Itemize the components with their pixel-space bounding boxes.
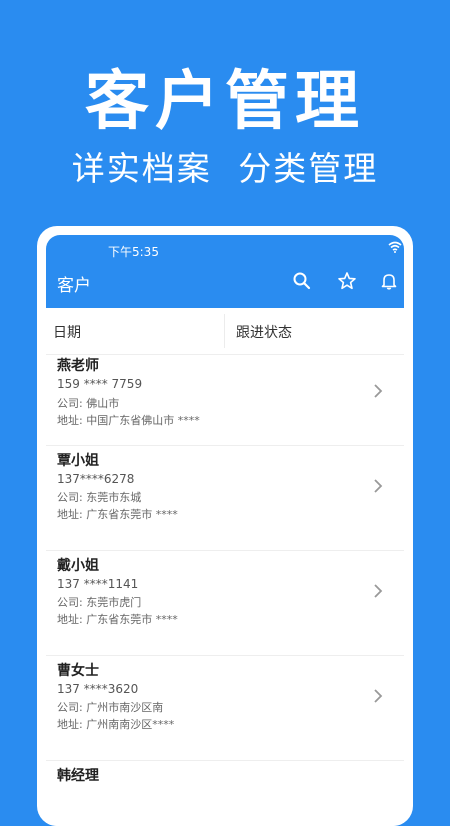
customer-name: 韩经理 (57, 768, 99, 784)
customer-item[interactable]: 燕老师 159 **** 7759 公司: 佛山市 地址: 中国广东省佛山市 *… (46, 355, 404, 446)
customer-address: 地址: 广东省东莞市 **** (57, 613, 178, 626)
customer-name: 覃小姐 (57, 453, 99, 469)
customer-address: 地址: 广州南南沙区**** (57, 718, 175, 731)
customer-name: 戴小姐 (57, 558, 99, 574)
bell-icon[interactable] (379, 271, 399, 291)
customer-address: 地址: 中国广东省佛山市 **** (57, 414, 200, 427)
chevron-right-icon (374, 689, 383, 703)
customer-company: 公司: 广州市南沙区南 (57, 701, 164, 714)
customer-phone: 137****6278 (57, 472, 135, 486)
filter-date-tab[interactable]: 日期 (53, 322, 81, 342)
search-icon[interactable] (292, 271, 312, 291)
customer-phone: 137 ****3620 (57, 682, 139, 696)
customer-item[interactable]: 戴小姐 137 ****1141 公司: 东莞市虎门 地址: 广东省东莞市 **… (46, 551, 404, 656)
promo-title: 客户管理 (85, 65, 365, 139)
page-title: 客户 (57, 276, 91, 296)
promo-subtitle: 详实档案 分类管理 (71, 149, 379, 188)
customer-phone: 159 **** 7759 (57, 377, 143, 391)
filter-divider (224, 314, 225, 348)
customer-item[interactable]: 覃小姐 137****6278 公司: 东莞市东城 地址: 广东省东莞市 ***… (46, 446, 404, 551)
customer-address: 地址: 广东省东莞市 **** (57, 508, 178, 521)
phone-frame: 下午5:35 客户 日期 跟进状态 燕老师 159 **** 7759 公司: … (37, 226, 413, 826)
customer-company: 公司: 东莞市东城 (57, 491, 142, 504)
customer-item[interactable]: 曹女士 137 ****3620 公司: 广州市南沙区南 地址: 广州南南沙区*… (46, 656, 404, 761)
app-bar: 下午5:35 客户 (46, 235, 404, 308)
chevron-right-icon (374, 384, 383, 398)
customer-list: 燕老师 159 **** 7759 公司: 佛山市 地址: 中国广东省佛山市 *… (46, 355, 404, 826)
chevron-right-icon (374, 584, 383, 598)
star-icon[interactable] (337, 271, 357, 291)
customer-company: 公司: 东莞市虎门 (57, 596, 142, 609)
filter-status-tab[interactable]: 跟进状态 (236, 322, 292, 342)
customer-name: 燕老师 (57, 358, 99, 374)
chevron-right-icon (374, 479, 383, 493)
status-time: 下午5:35 (108, 245, 159, 259)
wifi-icon (388, 241, 402, 253)
app-screen: 下午5:35 客户 日期 跟进状态 燕老师 159 **** 7759 公司: … (46, 235, 404, 826)
filter-bar: 日期 跟进状态 (46, 308, 404, 355)
customer-item[interactable]: 韩经理 (46, 761, 404, 826)
customer-phone: 137 ****1141 (57, 577, 139, 591)
customer-name: 曹女士 (57, 663, 99, 679)
customer-company: 公司: 佛山市 (57, 397, 120, 410)
